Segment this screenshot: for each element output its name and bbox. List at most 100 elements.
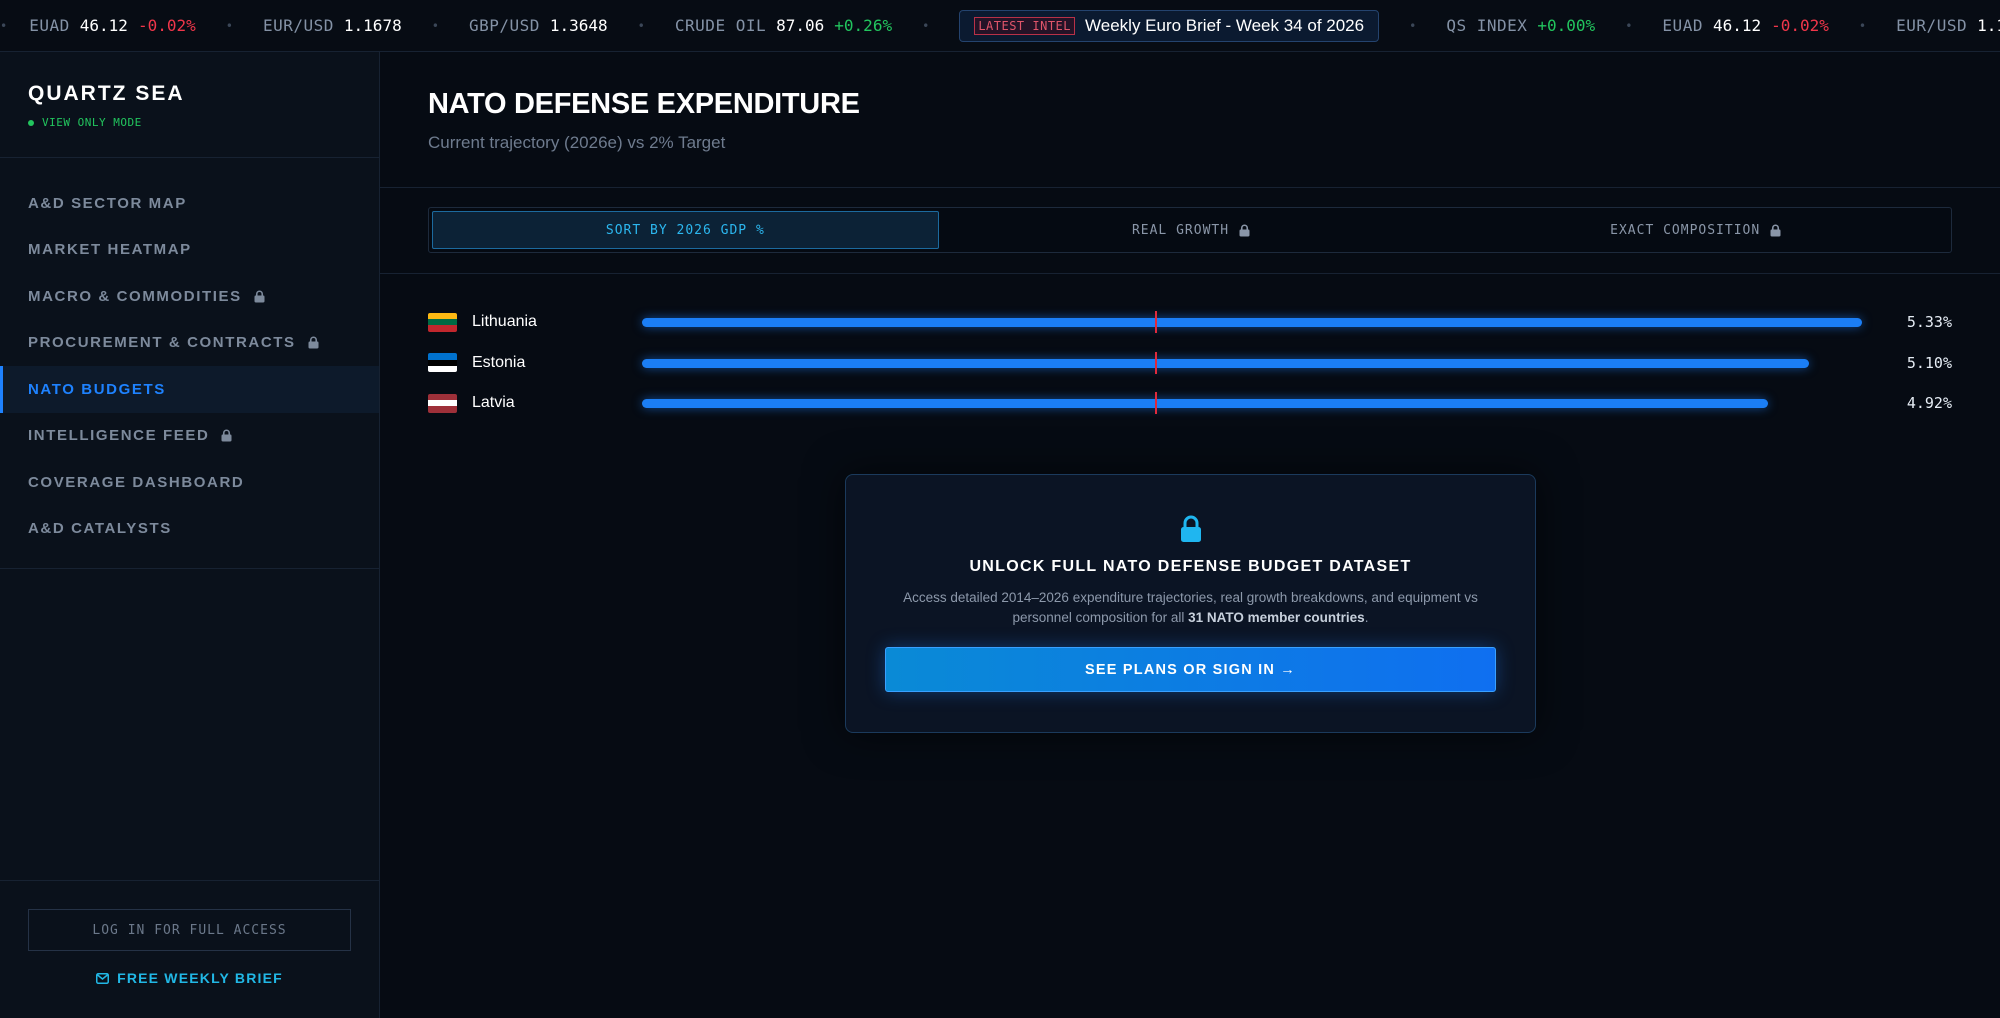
country-name: Lithuania <box>472 313 537 331</box>
sidebar-item-coverage-dashboard[interactable]: COVERAGE DASHBOARD <box>0 459 379 506</box>
ticker-separator: • <box>637 18 645 33</box>
chart-row: Lithuania 5.33% <box>428 302 1952 343</box>
ticker-item: GBP/USD 1.3648 <box>469 16 608 35</box>
see-plans-button[interactable]: SEE PLANS OR SIGN IN → <box>885 647 1496 692</box>
view-mode-indicator: VIEW ONLY MODE <box>28 116 351 129</box>
ticker-symbol: QS INDEX <box>1446 16 1528 35</box>
sort-segmented-control: SORT BY 2026 GDP % REAL GROWTH EXACT COMPO… <box>428 207 1952 253</box>
expenditure-bar <box>642 399 1769 409</box>
sidebar-item-market-heatmap[interactable]: MARKET HEATMAP <box>0 227 379 274</box>
gdp-percent-label: 4.92% <box>1906 394 1952 413</box>
latest-intel-link[interactable]: LATEST INTEL Weekly Euro Brief - Week 34 … <box>959 9 1380 42</box>
sidebar-item-sector-map[interactable]: A&D SECTOR MAP <box>0 180 379 227</box>
latest-intel-badge: LATEST INTEL <box>974 16 1076 35</box>
gdp-percent-label: 5.33% <box>1906 313 1952 332</box>
ticker-symbol: GBP/USD <box>468 16 540 35</box>
view-toolbar: SORT BY 2026 GDP % REAL GROWTH EXACT COMPO… <box>380 188 2000 274</box>
country-name: Latvia <box>472 394 515 412</box>
sidebar-nav: A&D SECTOR MAP MARKET HEATMAP MACRO & COMM… <box>0 158 379 569</box>
sidebar-item-nato-budgets[interactable]: NATO BUDGETS <box>0 366 379 413</box>
lock-icon <box>1770 224 1781 236</box>
tab-label: REAL GROWTH <box>1131 222 1230 238</box>
ticker-symbol: EUR/USD <box>1896 16 1968 35</box>
country-flag-icon <box>428 353 457 373</box>
lock-icon <box>254 290 265 303</box>
main-content: NATO DEFENSE EXPENDITURE Current traject… <box>380 52 2000 1018</box>
lock-icon <box>221 429 232 442</box>
sidebar-footer: LOG IN FOR FULL ACCESS FREE WEEKLY BRIEF <box>0 880 379 1018</box>
lock-icon <box>1239 224 1250 236</box>
ticker-separator: • <box>1625 18 1633 33</box>
sidebar-item-label: INTELLIGENCE FEED <box>28 427 210 445</box>
sidebar-item-label: A&D SECTOR MAP <box>28 194 187 212</box>
expenditure-bar <box>642 318 1862 328</box>
gdp-percent-label: 5.10% <box>1906 353 1952 372</box>
market-ticker: • EUAD 46.12 -0.02% • EUR/USD 1.1678 • GBP/USD 1.… <box>0 0 2000 52</box>
bar-track <box>642 343 1862 383</box>
expenditure-bar <box>642 358 1810 368</box>
target-marker <box>1154 392 1157 415</box>
ticker-change: -0.02% <box>137 16 196 35</box>
chart-row: Estonia 5.10% <box>428 343 1952 384</box>
ticker-value: 1.1678 <box>343 16 402 35</box>
expenditure-chart: Lithuania 5.33% Estonia 5.10% Latvia 4.92% <box>380 274 2000 424</box>
sidebar-item-label: NATO BUDGETS <box>28 380 166 398</box>
ticker-change: -0.02% <box>1771 16 1829 35</box>
sidebar-item-procurement-contracts[interactable]: PROCUREMENT & CONTRACTS <box>0 320 379 367</box>
member-count: 31 NATO member countries <box>1188 610 1365 625</box>
ticker-item: QS INDEX +0.00% <box>1446 16 1595 35</box>
sidebar-item-ad-catalysts[interactable]: A&D CATALYSTS <box>0 506 379 553</box>
login-button[interactable]: LOG IN FOR FULL ACCESS <box>28 909 351 951</box>
ticker-item: CRUDE OIL 87.06 +0.26% <box>675 16 892 35</box>
ticker-change: +0.00% <box>1537 16 1596 35</box>
target-marker <box>1154 351 1157 374</box>
tab-label: EXACT COMPOSITION <box>1610 222 1761 238</box>
ticker-separator: • <box>0 18 8 33</box>
bar-track <box>642 302 1862 342</box>
latest-intel-text: Weekly Euro Brief - Week 34 of 2026 <box>1085 15 1365 35</box>
sidebar-item-label: A&D CATALYSTS <box>28 520 172 538</box>
country-name: Estonia <box>472 353 526 371</box>
sidebar: QUARTZ SEA VIEW ONLY MODE A&D SECTOR MAP… <box>0 52 380 1018</box>
country-flag-icon <box>428 393 457 413</box>
sidebar-item-macro-commodities[interactable]: MACRO & COMMODITIES <box>0 273 379 320</box>
unlock-panel: UNLOCK FULL NATO DEFENSE BUDGET DATASET … <box>845 474 1536 733</box>
ticker-symbol: EUAD <box>29 16 70 35</box>
bar-track <box>642 383 1862 423</box>
ticker-separator: • <box>922 18 930 33</box>
ticker-item: EUAD 46.12 -0.02% <box>1662 16 1829 35</box>
sidebar-item-label: PROCUREMENT & CONTRACTS <box>28 334 296 352</box>
ticker-item: EUAD 46.12 -0.02% <box>29 16 196 35</box>
ticker-separator: • <box>225 18 233 33</box>
unlock-description: Access detailed 2014–2026 expenditure tr… <box>903 590 1478 625</box>
ticker-symbol: CRUDE OIL <box>674 16 767 35</box>
sidebar-item-label: COVERAGE DASHBOARD <box>28 473 245 491</box>
tab-label: SORT BY 2026 GDP % <box>605 222 765 238</box>
ticker-separator: • <box>431 18 439 33</box>
ticker-change: +0.26% <box>834 16 893 35</box>
ticker-value: 46.12 <box>79 16 128 35</box>
view-mode-label: VIEW ONLY MODE <box>42 116 142 129</box>
ticker-item: EUR/USD 1.1678 <box>263 16 402 35</box>
mail-icon <box>96 972 110 984</box>
page-subtitle: Current trajectory (2026e) vs 2% Target <box>428 133 726 152</box>
sidebar-item-label: MARKET HEATMAP <box>28 241 192 259</box>
page-header: NATO DEFENSE EXPENDITURE Current traject… <box>380 52 2000 188</box>
ticker-value: 87.06 <box>776 16 825 35</box>
tab-real-growth[interactable]: REAL GROWTH <box>939 211 1444 249</box>
ticker-symbol: EUR/USD <box>262 16 334 35</box>
status-dot-icon <box>28 119 34 126</box>
tab-sort-gdp[interactable]: SORT BY 2026 GDP % <box>432 211 939 249</box>
free-weekly-brief-label: FREE WEEKLY BRIEF <box>117 970 283 986</box>
ticker-value: 1.3648 <box>549 16 608 35</box>
ticker-item: EUR/USD 1.1678 <box>1896 16 2000 35</box>
ticker-separator: • <box>1409 18 1417 33</box>
lock-icon <box>1180 515 1201 542</box>
unlock-title: UNLOCK FULL NATO DEFENSE BUDGET DATASET <box>969 558 1412 575</box>
ticker-symbol: EUAD <box>1662 16 1703 35</box>
tab-exact-composition[interactable]: EXACT COMPOSITION <box>1443 211 1948 249</box>
sidebar-item-label: MACRO & COMMODITIES <box>28 287 242 305</box>
sidebar-item-intelligence-feed[interactable]: INTELLIGENCE FEED <box>0 413 379 460</box>
free-weekly-brief-link[interactable]: FREE WEEKLY BRIEF <box>28 970 351 986</box>
brand-block: QUARTZ SEA VIEW ONLY MODE <box>0 52 379 158</box>
